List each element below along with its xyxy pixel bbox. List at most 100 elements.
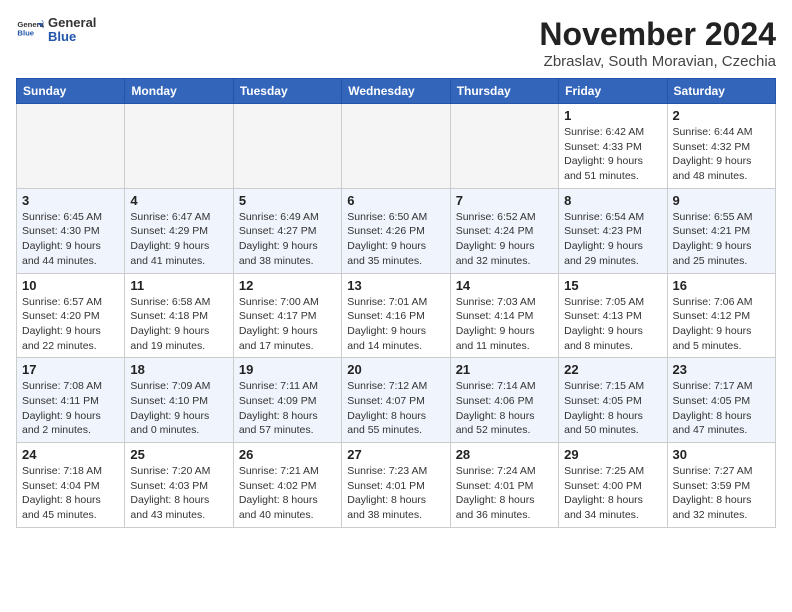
day-detail: Sunrise: 6:42 AMSunset: 4:33 PMDaylight:… xyxy=(564,125,661,184)
day-detail: Sunrise: 6:44 AMSunset: 4:32 PMDaylight:… xyxy=(673,125,770,184)
day-number: 17 xyxy=(22,362,119,377)
calendar-cell: 1 Sunrise: 6:42 AMSunset: 4:33 PMDaylight… xyxy=(559,104,667,189)
day-number: 14 xyxy=(456,278,553,293)
calendar-week-5: 24Sunrise: 7:18 AMSunset: 4:04 PMDayligh… xyxy=(17,443,776,528)
day-number: 9 xyxy=(673,193,770,208)
day-number: 6 xyxy=(347,193,444,208)
day-number: 15 xyxy=(564,278,661,293)
day-detail: Sunrise: 7:11 AMSunset: 4:09 PMDaylight:… xyxy=(239,379,336,438)
day-detail: Sunrise: 7:08 AMSunset: 4:11 PMDaylight:… xyxy=(22,379,119,438)
day-detail: Sunrise: 7:15 AMSunset: 4:05 PMDaylight:… xyxy=(564,379,661,438)
day-detail: Sunrise: 6:49 AMSunset: 4:27 PMDaylight:… xyxy=(239,210,336,269)
weekday-header-monday: Monday xyxy=(125,79,233,104)
day-detail: Sunrise: 7:12 AMSunset: 4:07 PMDaylight:… xyxy=(347,379,444,438)
day-number: 21 xyxy=(456,362,553,377)
day-number: 30 xyxy=(673,447,770,462)
calendar-cell: 22 Sunrise: 7:15 AMSunset: 4:05 PMDayligh… xyxy=(559,358,667,443)
day-detail: Sunrise: 6:58 AMSunset: 4:18 PMDaylight:… xyxy=(130,295,227,354)
day-number: 29 xyxy=(564,447,661,462)
day-number: 27 xyxy=(347,447,444,462)
calendar-cell: 9 Sunrise: 6:55 AMSunset: 4:21 PMDaylight… xyxy=(667,188,775,273)
day-detail: Sunrise: 7:24 AMSunset: 4:01 PMDaylight:… xyxy=(456,464,553,523)
day-detail: Sunrise: 7:01 AMSunset: 4:16 PMDaylight:… xyxy=(347,295,444,354)
day-detail: Sunrise: 6:57 AMSunset: 4:20 PMDaylight:… xyxy=(22,295,119,354)
title-block: November 2024 Zbraslav, South Moravian, … xyxy=(539,16,776,70)
day-number: 16 xyxy=(673,278,770,293)
day-number: 18 xyxy=(130,362,227,377)
location-subtitle: Zbraslav, South Moravian, Czechia xyxy=(539,53,776,70)
day-number: 11 xyxy=(130,278,227,293)
calendar-cell: 29 Sunrise: 7:25 AMSunset: 4:00 PMDayligh… xyxy=(559,443,667,528)
calendar-cell: 24Sunrise: 7:18 AMSunset: 4:04 PMDayligh… xyxy=(17,443,125,528)
day-number: 28 xyxy=(456,447,553,462)
calendar-cell: 26 Sunrise: 7:21 AMSunset: 4:02 PMDayligh… xyxy=(233,443,341,528)
weekday-header-wednesday: Wednesday xyxy=(342,79,450,104)
logo: General Blue General Blue xyxy=(16,16,96,45)
day-detail: Sunrise: 7:03 AMSunset: 4:14 PMDaylight:… xyxy=(456,295,553,354)
calendar-cell: 15 Sunrise: 7:05 AMSunset: 4:13 PMDayligh… xyxy=(559,273,667,358)
calendar-cell: 21 Sunrise: 7:14 AMSunset: 4:06 PMDayligh… xyxy=(450,358,558,443)
calendar-cell: 28 Sunrise: 7:24 AMSunset: 4:01 PMDayligh… xyxy=(450,443,558,528)
day-detail: Sunrise: 6:54 AMSunset: 4:23 PMDaylight:… xyxy=(564,210,661,269)
weekday-header-friday: Friday xyxy=(559,79,667,104)
calendar-cell: 4 Sunrise: 6:47 AMSunset: 4:29 PMDaylight… xyxy=(125,188,233,273)
day-detail: Sunrise: 7:25 AMSunset: 4:00 PMDaylight:… xyxy=(564,464,661,523)
day-detail: Sunrise: 7:21 AMSunset: 4:02 PMDaylight:… xyxy=(239,464,336,523)
day-detail: Sunrise: 7:23 AMSunset: 4:01 PMDaylight:… xyxy=(347,464,444,523)
day-number: 5 xyxy=(239,193,336,208)
calendar-cell: 2 Sunrise: 6:44 AMSunset: 4:32 PMDaylight… xyxy=(667,104,775,189)
day-number: 19 xyxy=(239,362,336,377)
weekday-header-thursday: Thursday xyxy=(450,79,558,104)
calendar-cell xyxy=(233,104,341,189)
logo-icon: General Blue xyxy=(16,16,44,44)
month-title: November 2024 xyxy=(539,16,776,53)
calendar-cell: 10 Sunrise: 6:57 AMSunset: 4:20 PMDayligh… xyxy=(17,273,125,358)
logo-blue-text: Blue xyxy=(48,30,96,44)
day-number: 20 xyxy=(347,362,444,377)
calendar-cell: 14 Sunrise: 7:03 AMSunset: 4:14 PMDayligh… xyxy=(450,273,558,358)
calendar-cell: 5 Sunrise: 6:49 AMSunset: 4:27 PMDaylight… xyxy=(233,188,341,273)
day-detail: Sunrise: 7:27 AMSunset: 3:59 PMDaylight:… xyxy=(673,464,770,523)
calendar-cell: 25 Sunrise: 7:20 AMSunset: 4:03 PMDayligh… xyxy=(125,443,233,528)
day-detail: Sunrise: 6:55 AMSunset: 4:21 PMDaylight:… xyxy=(673,210,770,269)
day-number: 7 xyxy=(456,193,553,208)
calendar-week-1: 1 Sunrise: 6:42 AMSunset: 4:33 PMDaylight… xyxy=(17,104,776,189)
day-detail: Sunrise: 6:47 AMSunset: 4:29 PMDaylight:… xyxy=(130,210,227,269)
day-number: 1 xyxy=(564,108,661,123)
logo-text: General Blue xyxy=(48,16,96,45)
calendar-cell: 11 Sunrise: 6:58 AMSunset: 4:18 PMDayligh… xyxy=(125,273,233,358)
weekday-header-tuesday: Tuesday xyxy=(233,79,341,104)
day-number: 2 xyxy=(673,108,770,123)
calendar-cell: 6Sunrise: 6:50 AMSunset: 4:26 PMDaylight… xyxy=(342,188,450,273)
weekday-header-sunday: Sunday xyxy=(17,79,125,104)
day-detail: Sunrise: 7:00 AMSunset: 4:17 PMDaylight:… xyxy=(239,295,336,354)
calendar-cell: 20 Sunrise: 7:12 AMSunset: 4:07 PMDayligh… xyxy=(342,358,450,443)
calendar-cell xyxy=(450,104,558,189)
calendar-cell: 18Sunrise: 7:09 AMSunset: 4:10 PMDayligh… xyxy=(125,358,233,443)
calendar-cell: 30 Sunrise: 7:27 AMSunset: 3:59 PMDayligh… xyxy=(667,443,775,528)
calendar-cell: 7 Sunrise: 6:52 AMSunset: 4:24 PMDaylight… xyxy=(450,188,558,273)
calendar-cell: 23Sunrise: 7:17 AMSunset: 4:05 PMDayligh… xyxy=(667,358,775,443)
calendar-cell: 17 Sunrise: 7:08 AMSunset: 4:11 PMDayligh… xyxy=(17,358,125,443)
calendar-cell: 3Sunrise: 6:45 AMSunset: 4:30 PMDaylight… xyxy=(17,188,125,273)
calendar-cell xyxy=(125,104,233,189)
day-detail: Sunrise: 7:14 AMSunset: 4:06 PMDaylight:… xyxy=(456,379,553,438)
day-number: 10 xyxy=(22,278,119,293)
day-detail: Sunrise: 7:05 AMSunset: 4:13 PMDaylight:… xyxy=(564,295,661,354)
calendar-cell: 16Sunrise: 7:06 AMSunset: 4:12 PMDayligh… xyxy=(667,273,775,358)
page-header: General Blue General Blue November 2024 … xyxy=(16,16,776,70)
day-number: 23 xyxy=(673,362,770,377)
day-number: 25 xyxy=(130,447,227,462)
calendar-cell xyxy=(17,104,125,189)
calendar-table: SundayMondayTuesdayWednesdayThursdayFrid… xyxy=(16,78,776,528)
day-number: 8 xyxy=(564,193,661,208)
day-number: 22 xyxy=(564,362,661,377)
calendar-cell: 12Sunrise: 7:00 AMSunset: 4:17 PMDayligh… xyxy=(233,273,341,358)
day-number: 26 xyxy=(239,447,336,462)
day-number: 13 xyxy=(347,278,444,293)
calendar-week-4: 17 Sunrise: 7:08 AMSunset: 4:11 PMDayligh… xyxy=(17,358,776,443)
calendar-week-2: 3Sunrise: 6:45 AMSunset: 4:30 PMDaylight… xyxy=(17,188,776,273)
day-detail: Sunrise: 7:20 AMSunset: 4:03 PMDaylight:… xyxy=(130,464,227,523)
day-detail: Sunrise: 6:52 AMSunset: 4:24 PMDaylight:… xyxy=(456,210,553,269)
day-number: 4 xyxy=(130,193,227,208)
